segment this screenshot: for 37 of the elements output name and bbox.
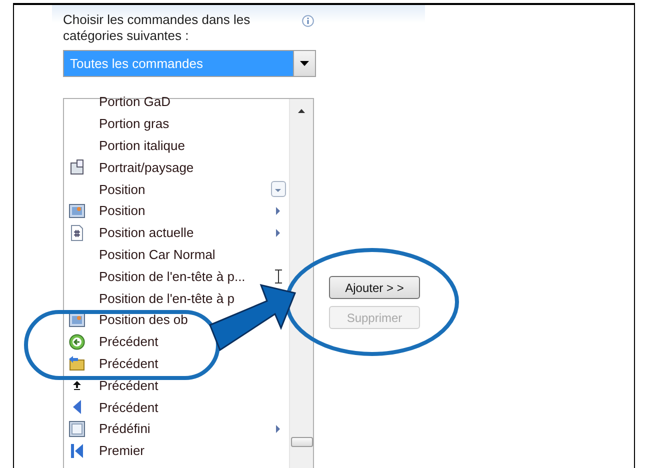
dropdown-control[interactable] — [270, 181, 286, 198]
command-item[interactable]: Portion GaD — [99, 94, 171, 110]
document-field-icon — [70, 224, 84, 241]
command-item[interactable]: Position de l'en-tête à p — [99, 290, 234, 306]
picture-icon — [68, 312, 84, 328]
command-item[interactable]: Position de l'en-tête à p... — [99, 268, 246, 284]
picture-icon — [68, 202, 84, 219]
command-item[interactable]: Portrait/paysage — [99, 160, 194, 175]
command-item[interactable]: Précédent — [99, 378, 158, 393]
page-orientation-icon — [68, 159, 84, 176]
command-item[interactable]: Position — [99, 203, 146, 218]
command-item[interactable]: Position Car Normal — [99, 246, 216, 262]
folder-arrow-icon — [68, 355, 85, 372]
command-item[interactable]: Premier — [99, 443, 145, 458]
first-page-icon — [70, 444, 82, 458]
dropdown-caret-icon[interactable] — [300, 61, 309, 66]
left-triangle-icon — [72, 400, 80, 414]
command-item[interactable]: Prédéfini — [99, 421, 150, 436]
back-circle-icon — [68, 334, 84, 350]
frame-icon — [68, 420, 84, 437]
caret-icon — [275, 189, 281, 194]
command-item[interactable]: Précédent — [99, 334, 158, 350]
command-item[interactable]: Précédent — [99, 400, 158, 415]
category-label: Choisir les commandes dans les catégories suivantes : — [63, 12, 252, 44]
command-item[interactable]: Position actuelle — [99, 225, 194, 240]
command-item[interactable]: Portion italique — [99, 138, 185, 153]
text-cursor-icon[interactable] — [274, 268, 282, 284]
info-icon[interactable] — [302, 15, 314, 27]
scrollbar[interactable] — [289, 99, 313, 468]
up-arrow-icon — [72, 380, 80, 390]
command-item[interactable]: Précédent — [99, 356, 158, 371]
scrollbar-thumb[interactable] — [290, 437, 312, 447]
command-item[interactable]: Position des ob — [99, 312, 188, 328]
add-button[interactable]: Ajouter > > — [329, 276, 420, 299]
scroll-up-icon[interactable] — [298, 109, 305, 113]
command-item[interactable]: Portion gras — [99, 116, 170, 132]
command-item[interactable]: Position — [99, 182, 146, 197]
